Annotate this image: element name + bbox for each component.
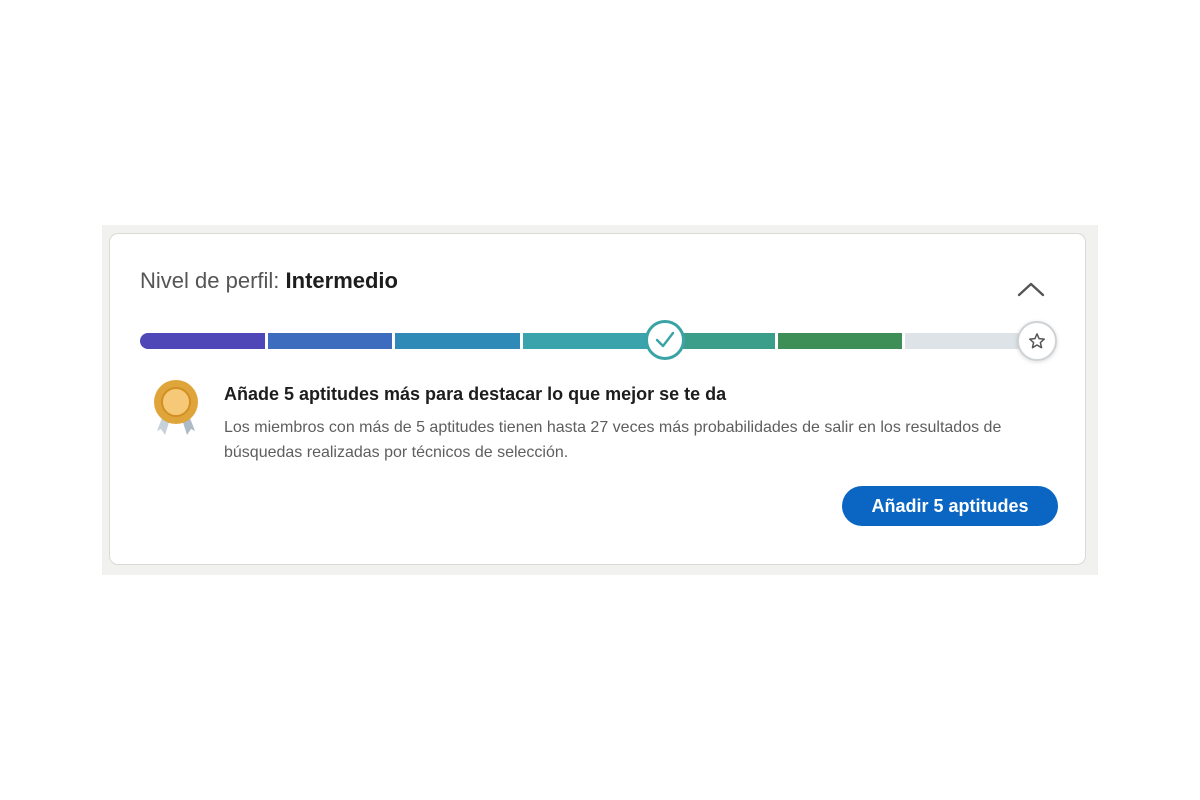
progress-segment — [522, 333, 648, 349]
progress-segment — [777, 333, 903, 349]
chevron-up-icon — [1017, 282, 1045, 297]
profile-level-label: Nivel de perfil: — [140, 268, 286, 293]
add-skills-button[interactable]: Añadir 5 aptitudes — [842, 486, 1058, 526]
checkmark-icon — [655, 331, 675, 348]
progress-segment — [905, 333, 1030, 349]
progress-segment — [140, 333, 265, 349]
medal-icon — [148, 377, 204, 439]
profile-level-value: Intermedio — [285, 268, 398, 293]
progress-segment — [395, 333, 520, 349]
profile-level-title: Nivel de perfil: Intermedio — [140, 268, 398, 294]
suggestion-heading: Añade 5 aptitudes más para destacar lo q… — [224, 384, 727, 404]
star-icon — [1028, 333, 1046, 349]
collapse-button[interactable] — [1014, 274, 1048, 304]
suggestion-description: Los miembros con más de 5 aptitudes tien… — [224, 419, 1002, 461]
profile-progress-bar — [140, 333, 1030, 349]
checkpoint-marker — [645, 320, 685, 360]
progress-segment — [267, 333, 393, 349]
profile-strength-card: Nivel de perfil: Intermedio Añade 5 apti… — [109, 233, 1086, 565]
goal-marker — [1017, 321, 1057, 361]
